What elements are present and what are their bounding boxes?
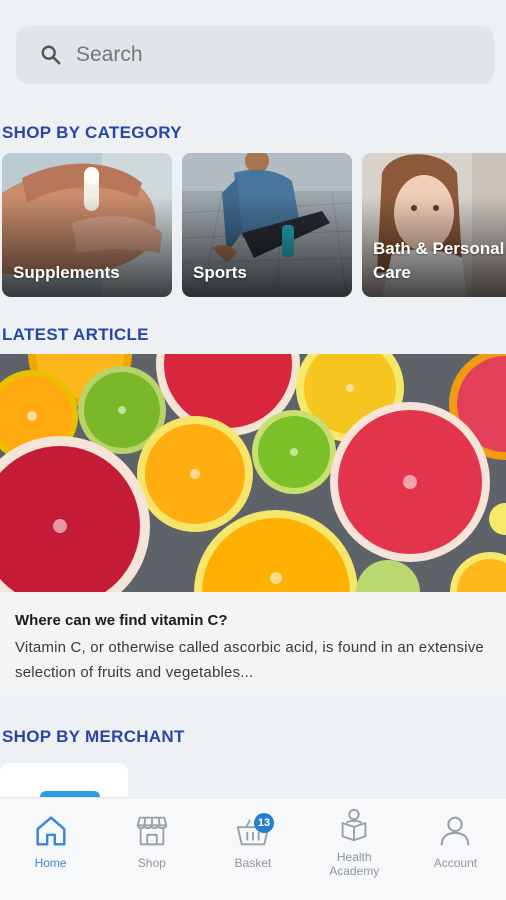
account-icon [441, 816, 470, 846]
nav-basket[interactable]: 13 Basket [202, 798, 303, 900]
shop-by-merchant-heading: SHOP BY MERCHANT [2, 727, 185, 746]
article-title[interactable]: Where can we find vitamin C? [15, 612, 228, 629]
nav-label: Basket [234, 856, 272, 870]
latest-article-heading: LATEST ARTICLE [2, 325, 149, 344]
category-card-sports[interactable]: Sports [182, 153, 352, 297]
nav-label: Home [34, 856, 67, 870]
search-icon [41, 45, 61, 65]
nav-shop[interactable]: Shop [101, 798, 202, 900]
nav-health-academy[interactable]: Health Academy [304, 798, 405, 900]
shop-by-category-heading: SHOP BY CATEGORY [2, 123, 182, 142]
shop-icon [136, 816, 167, 846]
category-card-supplements[interactable]: Supplements [2, 153, 172, 297]
search-bar[interactable] [16, 26, 494, 84]
nav-home[interactable]: Home [0, 798, 101, 900]
category-label: Bath & Personal Care [373, 239, 505, 282]
article-image-citrus [0, 354, 506, 592]
search-input[interactable] [76, 43, 456, 67]
nav-label: Health Academy [329, 850, 380, 878]
bottom-navigation: Home Shop 13 Basket Health Academy Accou… [0, 797, 506, 900]
article-card[interactable]: Where can we find vitamin C? Vitamin C, … [0, 354, 506, 696]
category-card-bath-personal-care[interactable]: Bath & Personal Care [362, 153, 506, 297]
basket-count-badge: 13 [254, 813, 274, 833]
nav-label: Shop [137, 856, 166, 870]
home-screen: SHOP BY CATEGORY Supplements [0, 0, 506, 900]
category-label: Supplements [13, 263, 120, 282]
category-label: Sports [193, 263, 247, 282]
home-icon [36, 816, 66, 846]
nav-account[interactable]: Account [405, 798, 506, 900]
health-academy-icon [341, 808, 367, 842]
article-excerpt: Vitamin C, or otherwise called ascorbic … [15, 639, 484, 681]
category-carousel[interactable]: Supplements Sports Bath & Personal Care [2, 153, 506, 297]
nav-label: Account [433, 856, 478, 870]
